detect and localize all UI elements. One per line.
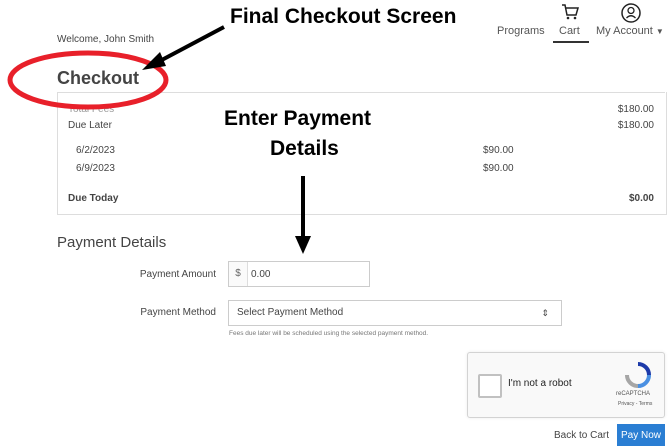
recaptcha-label: I'm not a robot xyxy=(508,378,572,389)
recaptcha-brand: reCAPTCHA xyxy=(616,391,651,397)
total-fees-amount: $180.00 xyxy=(617,104,654,115)
recaptcha-widget: I'm not a robot reCAPTCHA Privacy - Term… xyxy=(467,352,665,418)
arrow-to-checkout xyxy=(157,25,225,64)
arrow-to-checkout-head xyxy=(142,52,166,70)
payment-amount-label: Payment Amount xyxy=(139,269,216,280)
nav-account-label: My Account xyxy=(596,25,653,37)
nav-my-account[interactable]: My Account ▼ xyxy=(596,25,664,37)
due-today-label: Due Today xyxy=(68,193,119,204)
due-today-amount: $0.00 xyxy=(628,193,654,204)
caret-down-icon: ▼ xyxy=(655,27,664,36)
nav-programs[interactable]: Programs xyxy=(497,25,545,37)
page-title: Checkout xyxy=(57,68,140,88)
installment-amount: $90.00 xyxy=(483,145,514,156)
select-arrows-icon: ⇕ xyxy=(541,308,549,318)
recaptcha-checkbox[interactable] xyxy=(478,374,502,398)
due-later-label: Due Later xyxy=(68,120,112,131)
recaptcha-logo-icon xyxy=(624,361,652,394)
arrow-to-payment-head xyxy=(295,236,311,254)
installment-amount: $90.00 xyxy=(483,163,514,174)
installment-date: 6/9/2023 xyxy=(76,163,115,174)
nav-cart-label: Cart xyxy=(559,25,580,37)
payment-method-help: Fees due later will be scheduled using t… xyxy=(229,330,429,337)
payment-details-title: Payment Details xyxy=(57,234,167,251)
nav-cart-active-indicator xyxy=(553,41,589,43)
payment-method-select[interactable]: Select Payment Method ⇕ xyxy=(228,300,562,326)
back-to-cart-link[interactable]: Back to Cart xyxy=(554,430,609,441)
installment-date: 6/2/2023 xyxy=(76,145,115,156)
cart-icon[interactable] xyxy=(560,2,580,27)
annotation-details: Details xyxy=(270,137,339,160)
welcome-message: Welcome, John Smith xyxy=(57,34,155,45)
annotation-final-checkout: Final Checkout Screen xyxy=(230,5,457,28)
pay-now-button[interactable]: Pay Now xyxy=(617,424,665,446)
due-later-amount: $180.00 xyxy=(617,120,654,131)
currency-addon: $ xyxy=(229,262,248,286)
payment-method-label: Payment Method xyxy=(140,307,216,318)
total-fees-label: Total Fees xyxy=(68,104,115,115)
payment-amount-field[interactable]: $ xyxy=(228,261,370,287)
payment-method-selected: Select Payment Method xyxy=(237,307,344,318)
annotation-enter-payment: Enter Payment xyxy=(224,107,372,130)
payment-amount-input[interactable] xyxy=(251,262,361,286)
recaptcha-terms-link[interactable]: Privacy - Terms xyxy=(618,401,652,407)
